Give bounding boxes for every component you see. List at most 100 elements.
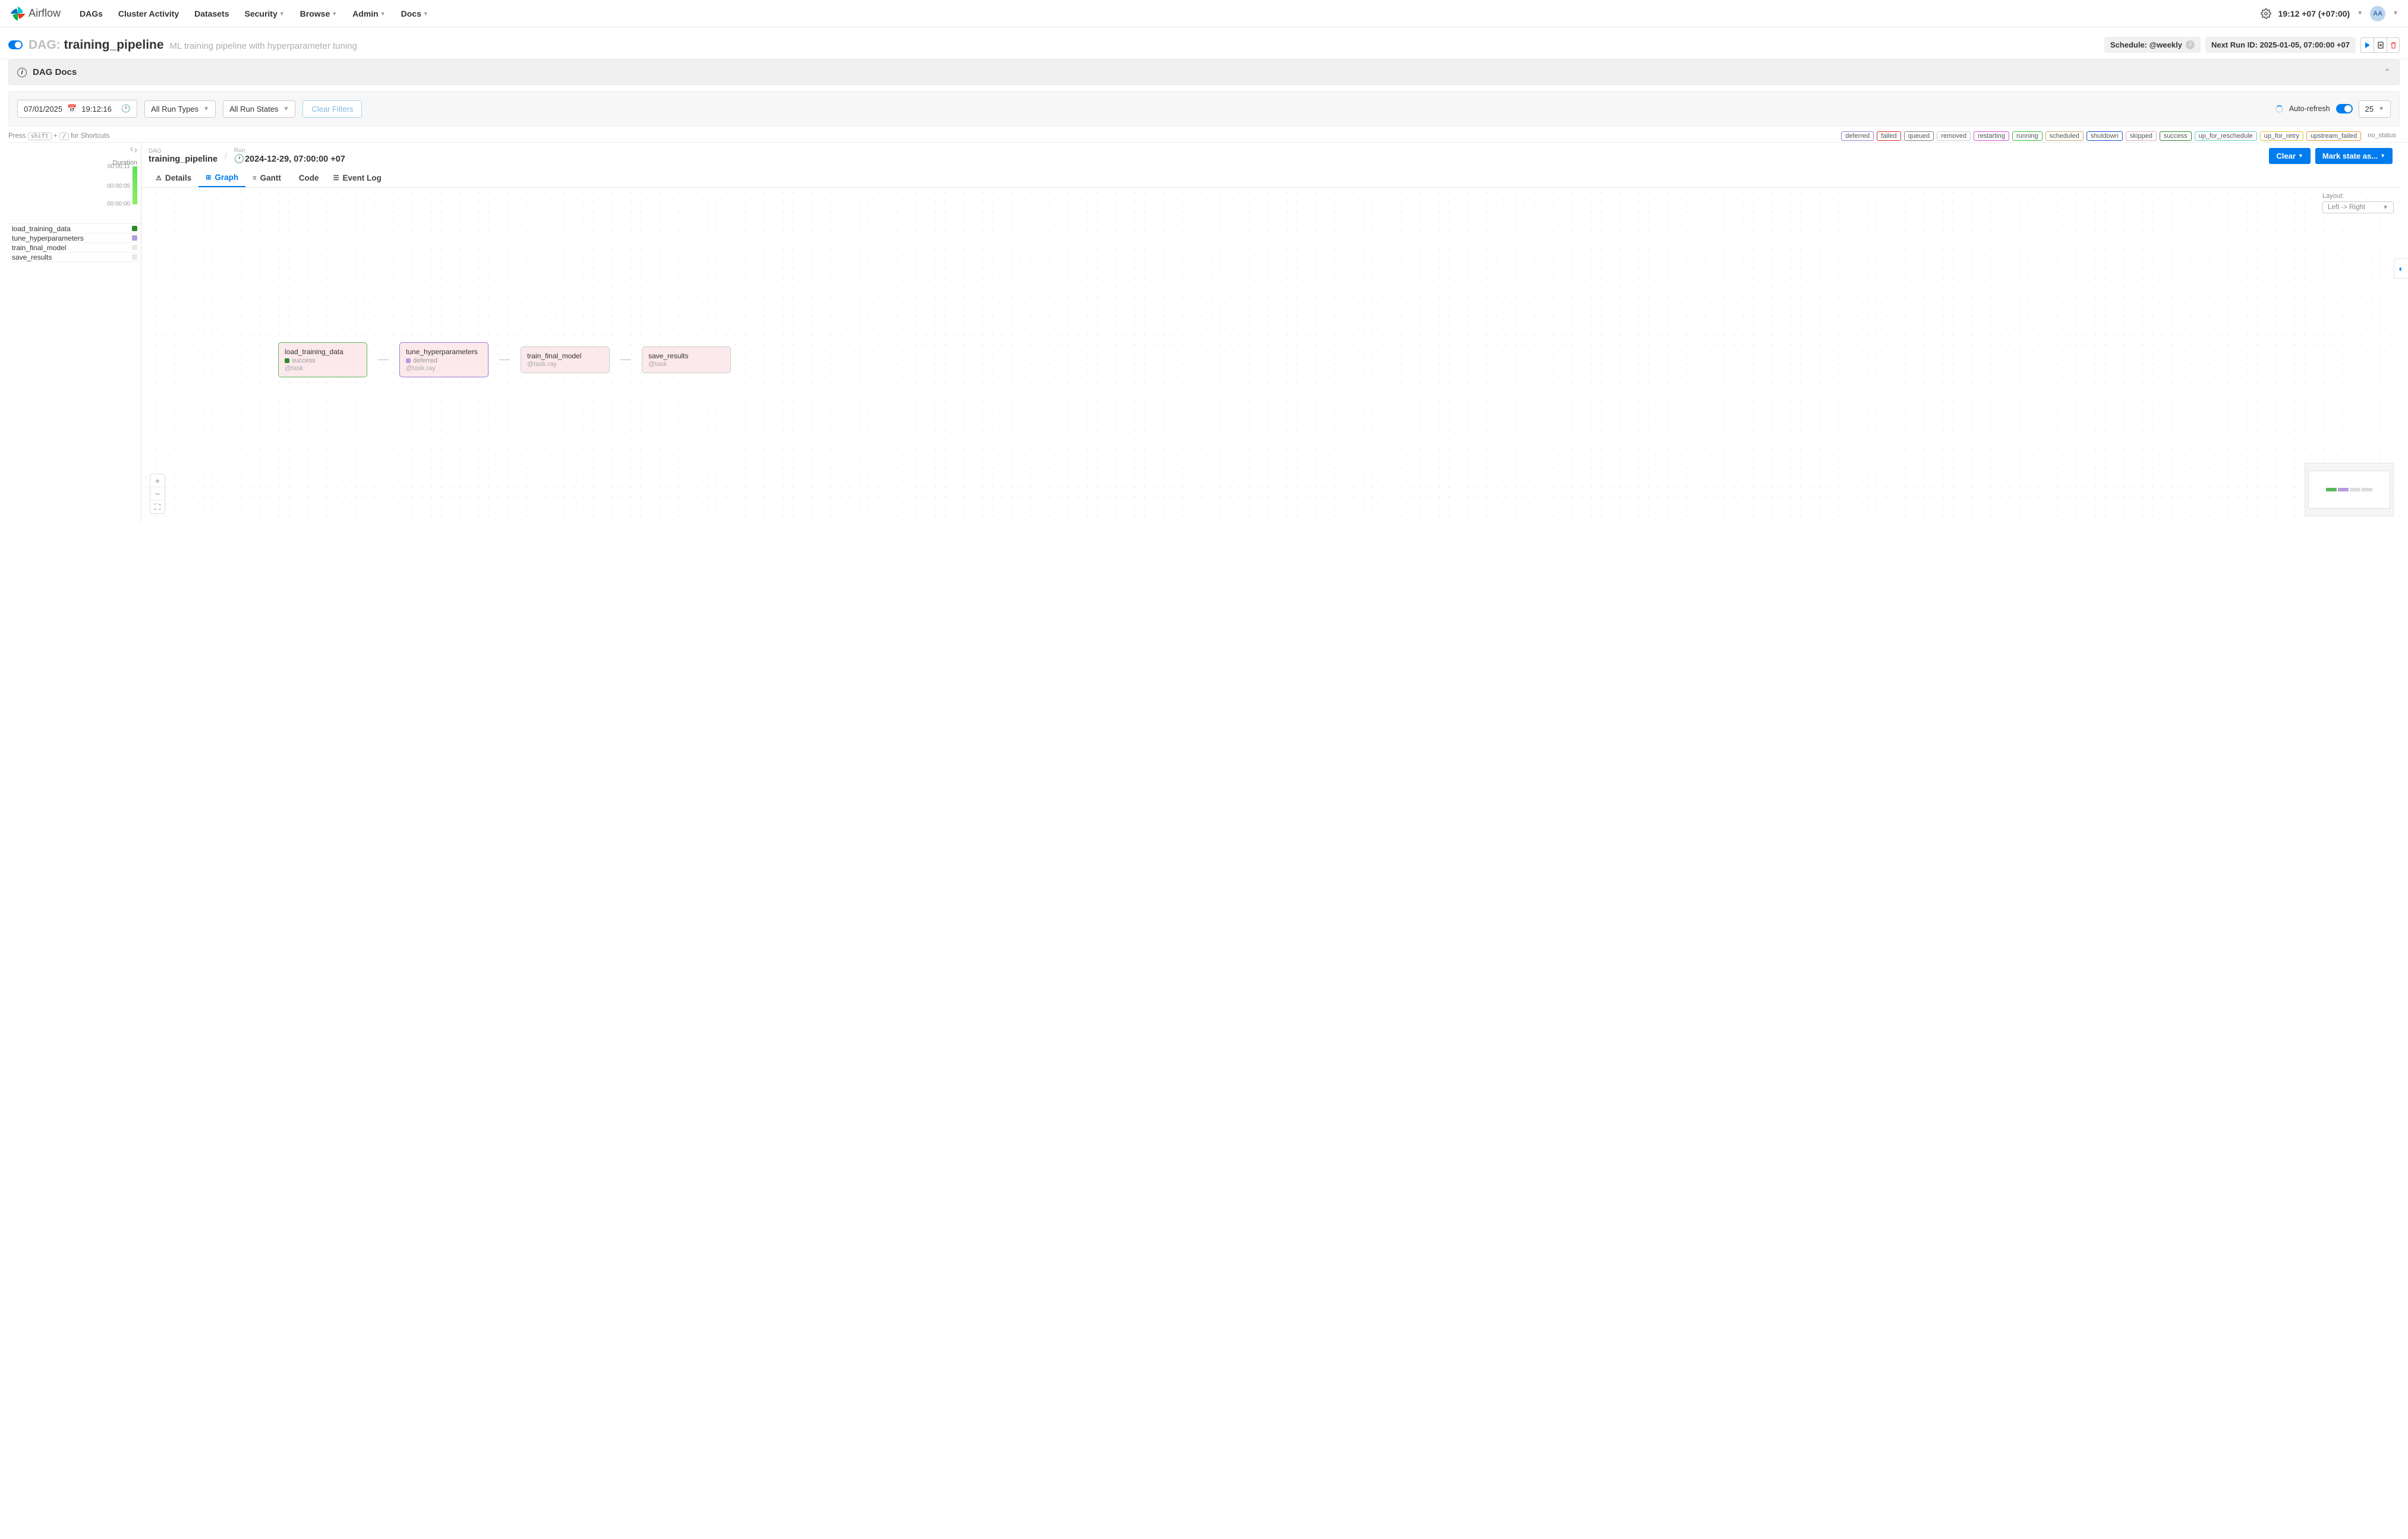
zoom-out-button[interactable]: − [150,487,165,500]
dag-enabled-toggle[interactable] [8,40,23,49]
legend-upstream_failed[interactable]: upstream_failed [2306,131,2361,141]
nav-item-security[interactable]: Security▼ [237,4,291,23]
breadcrumb-run[interactable]: Run 🕐2024-12-29, 07:00:00 +07 [234,147,345,164]
graph-node-tune_hyperparameters[interactable]: tune_hyperparametersdeferred@task.ray [399,342,488,377]
graph-canvas[interactable]: Layout: Left -> Right ▼ load_training_da… [141,188,2400,522]
top-navbar: Airflow DAGsCluster ActivityDatasetsSecu… [0,0,2408,27]
status-legend: deferredfailed queuedremovedrestartingrun… [1841,131,2400,141]
tab-code[interactable]: Code [288,169,326,187]
brand-logo[interactable]: Airflow [10,5,61,22]
graph-node-save_results[interactable]: save_results@task [642,346,731,373]
dag-description: ML training pipeline with hyperparameter… [169,41,357,51]
filter-bar-right: Auto-refresh 25 ▼ [2275,100,2391,118]
task-status-square[interactable] [132,254,137,260]
task-name: save_results [12,253,52,261]
legend-failed[interactable]: failed [1877,131,1900,141]
tab-label: Graph [215,173,238,182]
dur-tick: 00:00:05 [107,183,130,190]
dag-docs-bar[interactable]: i DAG Docs ⌃ [8,59,2400,85]
graph-edge [378,359,389,360]
trigger-dag-button[interactable] [2360,37,2374,53]
mark-label: Mark state as... [2322,152,2378,160]
tab-details[interactable]: ⚠Details [149,169,198,187]
nav-item-docs[interactable]: Docs▼ [394,4,436,23]
dur-tick: 00:00:00 [107,201,130,207]
nav-item-datasets[interactable]: Datasets [187,4,236,23]
chevron-down-icon: ▼ [279,11,285,17]
task-status-square[interactable] [132,235,137,241]
tab-event-log[interactable]: ☰Event Log [326,169,389,187]
zoom-in-button[interactable]: + [150,474,165,487]
collapse-tree-icon[interactable] [130,146,137,155]
dag-title-prefix: DAG: [29,38,61,52]
nav-item-browse[interactable]: Browse▼ [293,4,345,23]
minimap[interactable] [2305,463,2394,516]
shortcut-and-legend-row: Press shift + / for Shortcuts deferredfa… [8,131,2400,141]
chevron-down-icon[interactable]: ▼ [2357,10,2363,17]
auto-refresh-toggle[interactable] [2336,104,2353,113]
legend-deferred[interactable]: deferred [1841,131,1874,141]
legend-skipped[interactable]: skipped [2126,131,2157,141]
delete-dag-button[interactable] [2387,37,2400,53]
clear-run-button[interactable]: Clear▼ [2269,148,2310,164]
hint-plus: + [53,133,58,140]
nav-item-cluster-activity[interactable]: Cluster Activity [111,4,186,23]
layout-select[interactable]: Left -> Right ▼ [2322,201,2394,213]
duration-bar[interactable] [133,166,137,204]
legend-up_for_reschedule[interactable]: up_for_reschedule [2195,131,2257,141]
graph-node-load_training_data[interactable]: load_training_datasuccess@task [278,342,367,377]
schedule-chip[interactable]: Schedule: @weekly i [2104,37,2201,53]
user-avatar[interactable]: AA [2370,6,2385,21]
node-state: deferred [413,357,437,364]
graph-node-train_final_model[interactable]: train_final_model@task.ray [521,346,610,373]
chevron-up-icon: ⌃ [2384,67,2391,77]
trash-icon [2390,42,2397,49]
task-row[interactable]: train_final_model [8,243,141,253]
legend-removed[interactable]: removed [1937,131,1971,141]
legend-success[interactable]: success [2160,131,2192,141]
tab-graph[interactable]: ⊞Graph [198,169,245,187]
next-run-chip[interactable]: Next Run ID: 2025-01-05, 07:00:00 +07 [2205,37,2356,53]
breadcrumb-dag[interactable]: DAG training_pipeline [149,148,218,164]
chevron-down-icon[interactable]: ▼ [2393,10,2398,17]
mark-state-button[interactable]: Mark state as...▼ [2315,148,2393,164]
play-icon [2365,42,2371,48]
next-run-label: Next Run ID: 2025-01-05, 07:00:00 +07 [2211,40,2350,49]
tab-gantt[interactable]: ≡Gantt [245,169,288,187]
legend-queued[interactable]: queued [1904,131,1934,141]
run-count-select[interactable]: 25 ▼ [2359,100,2391,118]
run-types-value: All Run Types [151,105,198,113]
run-states-select[interactable]: All Run States ▼ [223,100,295,118]
schedule-label: Schedule: @weekly [2110,40,2182,49]
node-title: load_training_data [285,348,361,356]
legend-up_for_retry[interactable]: up_for_retry [2260,131,2303,141]
legend-scheduled[interactable]: scheduled [2045,131,2084,141]
node-state: success [292,357,316,364]
task-status-square[interactable] [132,245,137,250]
reparse-dag-button[interactable] [2374,37,2387,53]
legend-no_status[interactable]: no_status [2364,131,2400,141]
header-clock[interactable]: 19:12 +07 (+07:00) [2278,9,2350,18]
nav-item-admin[interactable]: Admin▼ [345,4,392,23]
task-status-square[interactable] [132,226,137,231]
task-row[interactable]: tune_hyperparameters [8,234,141,243]
clear-filters-button[interactable]: Clear Filters [302,100,362,118]
legend-running[interactable]: running [2012,131,2043,141]
run-types-select[interactable]: All Run Types ▼ [144,100,216,118]
dag-docs-title: DAG Docs [33,67,77,77]
side-drawer-toggle[interactable]: ◐ [2394,258,2408,279]
task-row[interactable]: save_results [8,253,141,262]
dag-title: DAG: training_pipeline ML training pipel… [29,38,357,52]
datetime-input[interactable]: 07/01/2025 📅 19:12:16 🕐 [17,100,137,118]
detail-tabs: ⚠Details⊞Graph≡GanttCode☰Event Log [141,169,2400,188]
nav-item-dags[interactable]: DAGs [73,4,110,23]
gear-icon[interactable] [2261,8,2271,19]
node-operator: @task [648,361,724,368]
legend-restarting[interactable]: restarting [1974,131,2009,141]
fit-view-button[interactable]: ⛶ [150,500,165,513]
task-row[interactable]: load_training_data [8,224,141,234]
legend-shutdown[interactable]: shutdown [2086,131,2123,141]
chevron-down-icon: ▼ [2380,153,2385,159]
node-title: train_final_model [527,352,603,360]
bc-dag-label: DAG [149,148,218,154]
